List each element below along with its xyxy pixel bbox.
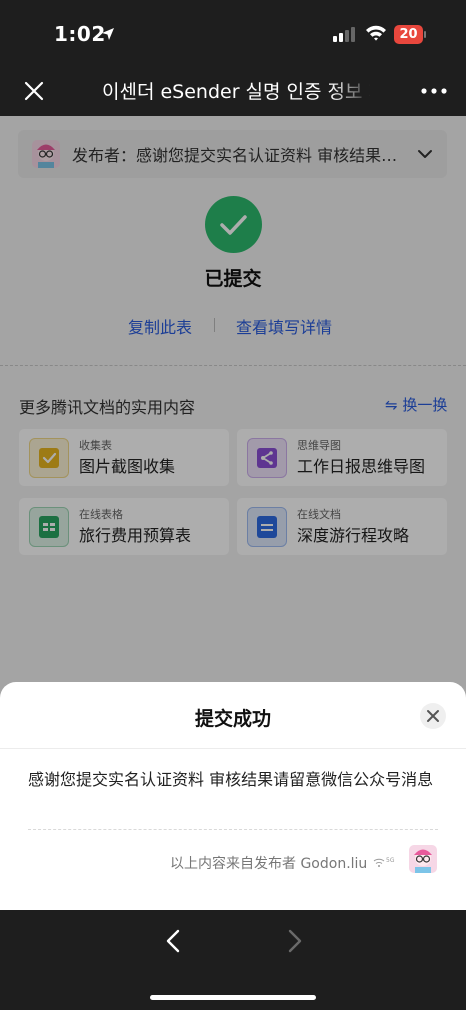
close-icon[interactable] xyxy=(22,79,46,103)
sheet-title: 提交成功 xyxy=(194,708,271,730)
status-time: 1:02 xyxy=(54,22,106,46)
nav-bar: 이센더 eSender 실명 인증 정보 제출 xyxy=(0,66,466,116)
source-text: 以上内容来自发布者 Godon.liu xyxy=(170,856,368,872)
battery-level: 20 xyxy=(399,27,418,42)
signal-5g-icon: 5G xyxy=(373,857,395,867)
svg-text:5G: 5G xyxy=(386,857,395,864)
sheet-message: 感谢您提交实名认证资料 审核结果请留意微信公众号消息 xyxy=(28,770,434,789)
title-fade xyxy=(330,74,372,108)
browser-toolbar xyxy=(0,910,466,1010)
sheet-dashed-divider xyxy=(28,829,438,830)
home-indicator[interactable] xyxy=(150,995,316,1000)
cellular-signal-icon xyxy=(333,27,355,42)
sheet-close-button[interactable] xyxy=(420,703,446,729)
location-arrow-icon xyxy=(102,28,114,40)
forward-chevron-icon[interactable] xyxy=(283,928,305,954)
avatar xyxy=(409,845,437,873)
battery-icon: 20 xyxy=(394,25,426,44)
sheet-divider xyxy=(0,748,466,749)
close-icon xyxy=(427,710,439,722)
more-icon[interactable] xyxy=(420,79,448,103)
wifi-icon xyxy=(366,25,386,41)
success-sheet: 提交成功 感谢您提交实名认证资料 审核结果请留意微信公众号消息 以上内容来自发布… xyxy=(0,682,466,910)
status-bar: 1:02 20 xyxy=(0,0,466,66)
back-chevron-icon[interactable] xyxy=(163,928,185,954)
